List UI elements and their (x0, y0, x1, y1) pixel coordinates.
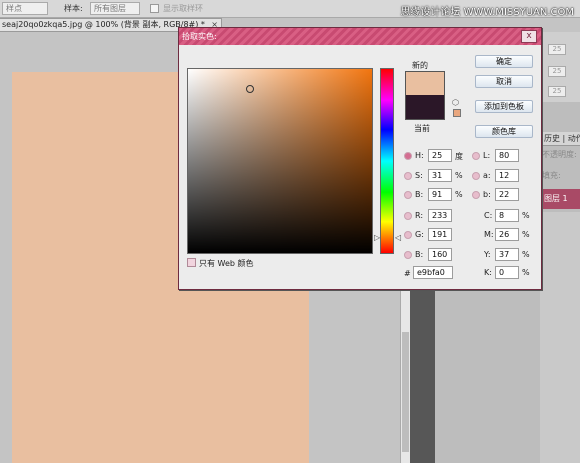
k-unit: % (522, 268, 530, 277)
dialog-titlebar[interactable]: 拾取实色: x (179, 28, 541, 45)
web-colors-checkbox[interactable] (187, 258, 196, 267)
y-unit: % (522, 250, 530, 259)
hex-label: # (404, 269, 411, 278)
radio-s[interactable] (404, 172, 412, 180)
radio-g[interactable] (404, 231, 412, 239)
a-input[interactable]: 12 (495, 169, 519, 182)
sample-label: 样本: (64, 4, 83, 13)
y-input[interactable]: 37 (495, 248, 519, 261)
h-unit: 度 (455, 152, 463, 161)
layer-row[interactable]: 图层 1 (540, 189, 580, 209)
panel-tabs[interactable]: 历史 | 动作 (540, 132, 580, 146)
color-picker-dialog: 拾取实色: x ▷ ◁ 新的 当前 ⬡ 确定 取消 添加到色板 颜色库 H: 2… (178, 27, 542, 290)
sample-layers-dropdown[interactable]: 所有图层 (90, 2, 140, 15)
dialog-close-button[interactable]: x (521, 30, 537, 43)
b-unit: % (455, 190, 463, 199)
opacity-label: 不透明度: (542, 150, 577, 159)
add-to-swatches-button[interactable]: 添加到色板 (475, 100, 533, 113)
color-field-cursor-icon[interactable] (246, 85, 254, 93)
h-input[interactable]: 25 (428, 149, 452, 162)
m-label: M: (484, 230, 494, 239)
m-unit: % (522, 230, 530, 239)
slider-row-b: 25 (540, 86, 580, 98)
r-input[interactable]: 233 (428, 209, 452, 222)
options-bar: 样点 样本: 所有图层 显示取样环 思缘设计论坛 WWW.MISSYUAN.CO… (0, 0, 580, 18)
a-label: a: (483, 171, 491, 180)
web-safe-cube-icon[interactable]: ⬡ (452, 98, 461, 107)
k-label: K: (484, 268, 492, 277)
hue-slider-left-arrow-icon[interactable]: ▷ (374, 233, 380, 242)
color-libraries-button[interactable]: 颜色库 (475, 125, 533, 138)
new-color-swatch (405, 71, 445, 95)
g-input[interactable]: 191 (428, 228, 452, 241)
radio-lab-b[interactable] (472, 191, 480, 199)
radio-h[interactable] (404, 152, 412, 160)
hex-input[interactable]: e9bfa0 (413, 266, 453, 279)
current-color-swatch[interactable] (405, 95, 445, 120)
r-label: R: (415, 211, 424, 220)
slider-value-g[interactable]: 25 (548, 66, 566, 77)
cancel-button[interactable]: 取消 (475, 75, 533, 88)
s-label: S: (415, 171, 423, 180)
c-label: C: (484, 211, 493, 220)
h-label: H: (415, 151, 424, 160)
radio-a[interactable] (472, 172, 480, 180)
radio-blue[interactable] (404, 251, 412, 259)
lab-b-label: b: (483, 190, 491, 199)
document-title: seaj20qo0zkqa5.jpg @ 100% (背景 副本, RGB/8#… (2, 20, 205, 29)
watermark: 思缘设计论坛 WWW.MISSYUAN.COM (400, 7, 574, 18)
web-colors-label: 只有 Web 颜色 (199, 259, 254, 268)
show-ring-label: 显示取样环 (163, 4, 203, 13)
m-input[interactable]: 26 (495, 228, 519, 241)
hue-slider-right-arrow-icon[interactable]: ◁ (395, 233, 401, 242)
s-unit: % (455, 171, 463, 180)
blue-label: B: (415, 250, 424, 259)
new-color-label: 新的 (412, 61, 428, 70)
c-input[interactable]: 8 (495, 209, 519, 222)
b-input[interactable]: 91 (428, 188, 452, 201)
current-color-label: 当前 (414, 124, 430, 133)
slider-row-g: 25 (540, 66, 580, 78)
g-label: G: (415, 230, 424, 239)
lab-b-input[interactable]: 22 (495, 188, 519, 201)
l-label: L: (483, 151, 491, 160)
show-ring-checkbox[interactable] (150, 4, 159, 13)
dialog-title: 拾取实色: (182, 32, 217, 41)
color-field[interactable] (187, 68, 373, 254)
ok-button[interactable]: 确定 (475, 55, 533, 68)
k-input[interactable]: 0 (495, 266, 519, 279)
fill-label: 填充: (542, 171, 561, 180)
c-unit: % (522, 211, 530, 220)
web-safe-swatch[interactable] (453, 109, 461, 117)
hue-slider[interactable] (380, 68, 394, 254)
scroll-thumb[interactable] (402, 332, 409, 452)
radio-b[interactable] (404, 191, 412, 199)
l-input[interactable]: 80 (495, 149, 519, 162)
slider-value-r[interactable]: 25 (548, 44, 566, 55)
sample-size-dropdown[interactable]: 样点 (2, 2, 48, 15)
layers-list (540, 212, 580, 463)
radio-r[interactable] (404, 212, 412, 220)
s-input[interactable]: 31 (428, 169, 452, 182)
slider-value-b[interactable]: 25 (548, 86, 566, 97)
y-label: Y: (484, 250, 491, 259)
b-label: B: (415, 190, 424, 199)
slider-row-r: 25 (540, 44, 580, 56)
radio-l[interactable] (472, 152, 480, 160)
blue-input[interactable]: 160 (428, 248, 452, 261)
